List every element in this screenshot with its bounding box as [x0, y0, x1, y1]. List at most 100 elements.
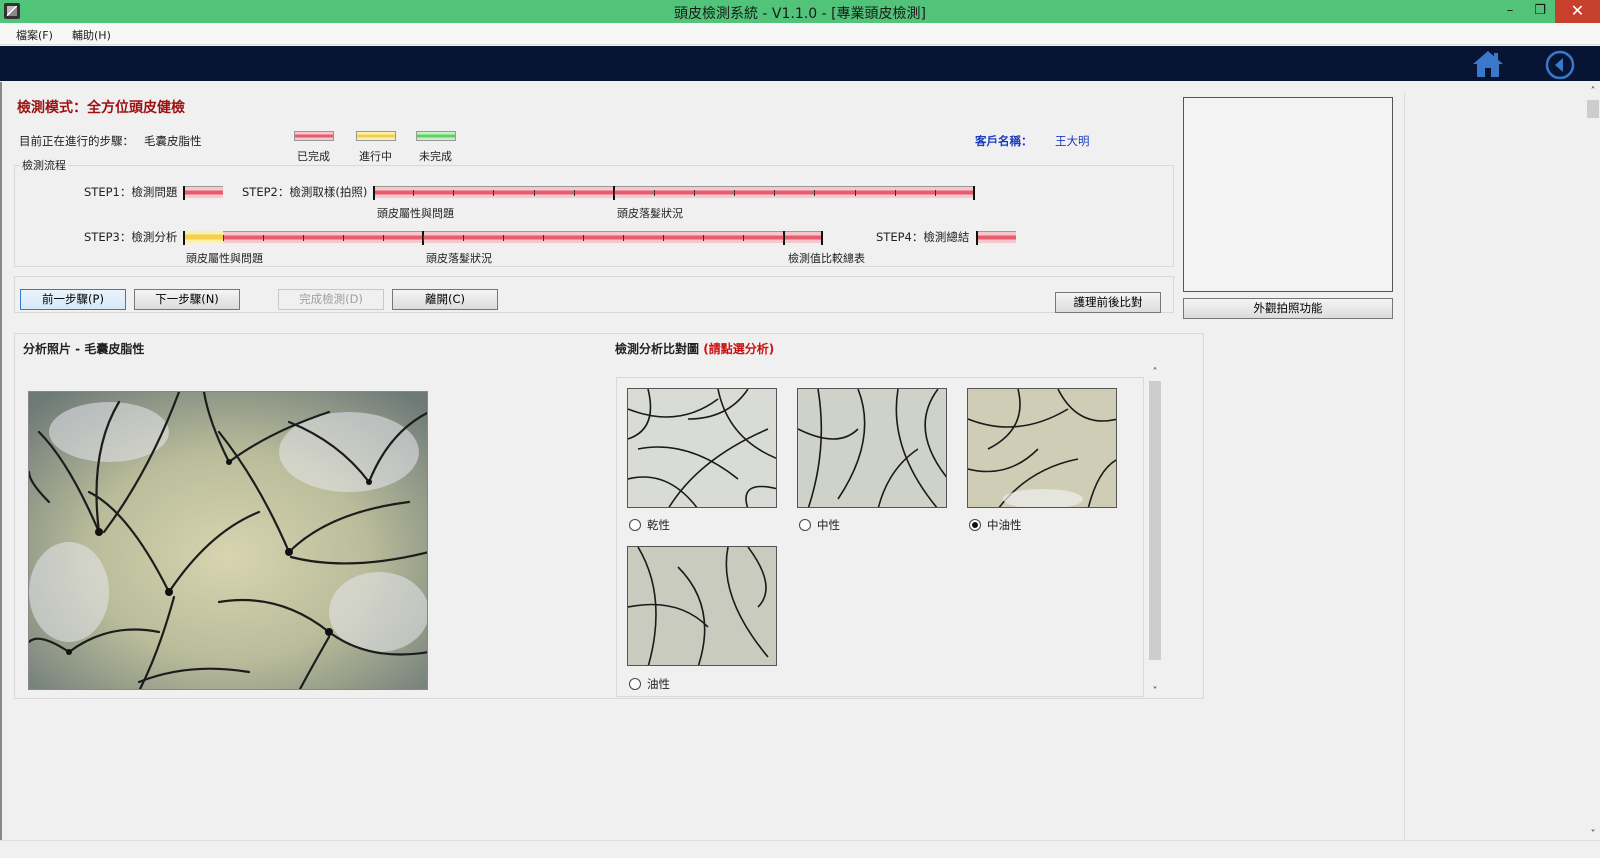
- compare-scroll-thumb[interactable]: [1149, 381, 1161, 660]
- legend-done-bar: [294, 131, 334, 141]
- step1-label: STEP1：檢測問題: [84, 185, 178, 199]
- progress-tick: [534, 190, 535, 196]
- progress-tick: [493, 190, 494, 196]
- customer-name: 王大明: [1055, 134, 1090, 148]
- flow-group-label: 檢測流程: [20, 157, 68, 173]
- progress-tick: [383, 235, 384, 241]
- step4-bar: [976, 231, 1016, 245]
- step3-sub-2: 頭皮落髮狀況: [426, 252, 492, 265]
- main-scrollbar[interactable]: ˄ ˅: [1586, 86, 1600, 840]
- progress-tick: [623, 235, 624, 241]
- step2-label: STEP2：檢測取樣(拍照): [242, 185, 368, 199]
- title-bar[interactable]: 頭皮檢測系統 - V1.1.0 - [專業頭皮檢測] – ❐ ✕: [0, 0, 1600, 23]
- analysis-photo: [28, 391, 428, 690]
- current-step-value: 毛囊皮脂性: [144, 134, 202, 148]
- option-normal-label[interactable]: 中性: [817, 517, 840, 533]
- progress-tick: [453, 190, 454, 196]
- progress-tick: [694, 190, 695, 196]
- menu-help[interactable]: 輔助(H): [72, 27, 111, 43]
- leave-button[interactable]: 離開(C): [392, 289, 498, 310]
- thumb-medium-oily[interactable]: [967, 388, 1117, 508]
- photo-title: 分析照片 - 毛囊皮脂性: [23, 342, 145, 356]
- scroll-up-icon[interactable]: ˄: [1586, 86, 1600, 97]
- step2-bar: [373, 186, 975, 200]
- progress-tick: [743, 235, 744, 241]
- option-oily-label[interactable]: 油性: [647, 676, 670, 692]
- thumb-dry[interactable]: [627, 388, 777, 508]
- step3-bar: [183, 231, 823, 245]
- home-icon[interactable]: [1472, 50, 1504, 78]
- main-scroll-thumb[interactable]: [1587, 100, 1599, 118]
- legend-inprogress-bar: [356, 131, 396, 141]
- compare-title: 檢測分析比對圖 (請點選分析): [615, 340, 774, 357]
- progress-tick: [663, 235, 664, 241]
- compare-title-text: 檢測分析比對圖: [615, 342, 700, 356]
- minimize-button[interactable]: –: [1495, 0, 1525, 23]
- step3-sub-1: 頭皮屬性與問題: [186, 252, 263, 265]
- progress-tick: [423, 235, 424, 241]
- prev-step-button[interactable]: 前一步驟(P): [20, 289, 126, 310]
- step4-label: STEP4：檢測總結: [876, 230, 970, 244]
- progress-tick: [895, 190, 896, 196]
- window-title: 頭皮檢測系統 - V1.1.0 - [專業頭皮檢測]: [673, 6, 927, 22]
- legend-done-label: 已完成: [297, 150, 330, 163]
- compare-hint: (請點選分析): [703, 342, 775, 356]
- progress-tick: [935, 190, 936, 196]
- progress-tick: [855, 190, 856, 196]
- progress-tick: [503, 235, 504, 241]
- progress-tick: [303, 235, 304, 241]
- care-compare-button[interactable]: 護理前後比對: [1055, 292, 1161, 313]
- progress-tick: [543, 235, 544, 241]
- progress-tick: [734, 190, 735, 196]
- progress-tick: [654, 190, 655, 196]
- progress-tick: [413, 190, 414, 196]
- progress-tick: [223, 235, 224, 241]
- top-toolbar: [0, 46, 1600, 81]
- restore-button[interactable]: ❐: [1525, 0, 1555, 23]
- legend-inprogress-label: 進行中: [359, 150, 392, 163]
- progress-tick: [583, 235, 584, 241]
- menu-file[interactable]: 檔案(F): [16, 27, 53, 43]
- option-normal-radio[interactable]: [799, 519, 811, 531]
- progress-tick: [783, 235, 784, 241]
- back-icon[interactable]: [1545, 50, 1575, 80]
- status-bar: [0, 840, 1600, 858]
- appearance-preview: [1183, 97, 1393, 292]
- side-divider: [1404, 93, 1405, 840]
- current-step-label: 目前正在進行的步驟：: [19, 134, 134, 148]
- mode-title: 檢測模式：全方位頭皮健檢: [17, 100, 185, 116]
- compare-scroll-up-icon[interactable]: ˄: [1148, 367, 1162, 378]
- legend-notdone-bar: [416, 131, 456, 141]
- option-dry-radio[interactable]: [629, 519, 641, 531]
- customer-label: 客戶名稱：: [975, 134, 1033, 148]
- step3-label: STEP3：檢測分析: [84, 230, 178, 244]
- compare-scroll-down-icon[interactable]: ˅: [1148, 686, 1162, 697]
- progress-tick: [574, 190, 575, 196]
- scroll-down-icon[interactable]: ˅: [1586, 829, 1600, 840]
- close-button[interactable]: ✕: [1555, 0, 1600, 23]
- next-step-button[interactable]: 下一步驟(N): [134, 289, 240, 310]
- progress-tick: [774, 190, 775, 196]
- step2-sub-1: 頭皮屬性與問題: [377, 207, 454, 220]
- finish-test-button[interactable]: 完成檢測(D): [278, 289, 384, 310]
- menu-bar: 檔案(F) 輔助(H): [0, 23, 1600, 45]
- step2-sub-2: 頭皮落髮狀況: [617, 207, 683, 220]
- progress-tick: [814, 190, 815, 196]
- progress-tick: [614, 190, 615, 196]
- appearance-photo-button[interactable]: 外觀拍照功能: [1183, 298, 1393, 319]
- compare-panel: 乾性 中性 中油性 油性: [616, 377, 1144, 697]
- progress-tick: [263, 235, 264, 241]
- compare-scrollbar[interactable]: ˄ ˅: [1148, 367, 1162, 697]
- step3-sub-3: 檢測值比較總表: [788, 252, 865, 265]
- option-oily-radio[interactable]: [629, 678, 641, 690]
- option-medium-oily-label[interactable]: 中油性: [987, 517, 1022, 533]
- progress-tick: [463, 235, 464, 241]
- option-medium-oily-radio[interactable]: [969, 519, 981, 531]
- thumb-oily[interactable]: [627, 546, 777, 666]
- step1-bar: [183, 186, 223, 200]
- progress-tick: [703, 235, 704, 241]
- thumb-normal[interactable]: [797, 388, 947, 508]
- progress-tick: [343, 235, 344, 241]
- option-dry-label[interactable]: 乾性: [647, 517, 670, 533]
- legend-notdone-label: 未完成: [419, 150, 452, 163]
